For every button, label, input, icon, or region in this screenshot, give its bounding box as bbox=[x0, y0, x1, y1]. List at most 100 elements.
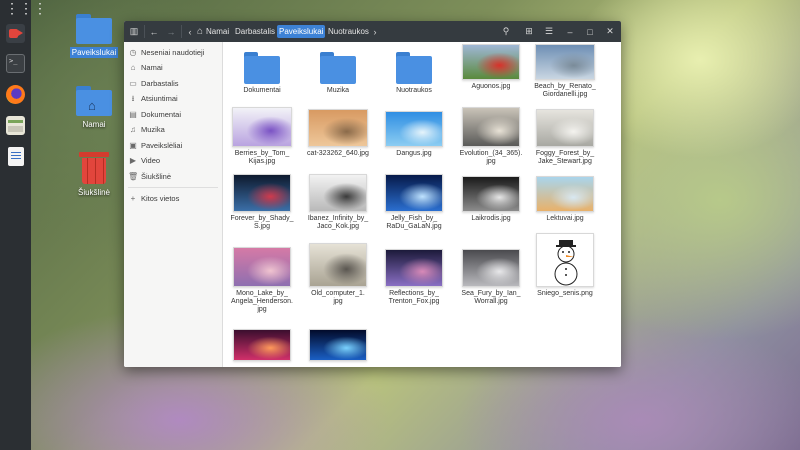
breadcrumb-nuotraukos[interactable]: Nuotraukos bbox=[326, 25, 371, 38]
sidebar-item-label: Namai bbox=[141, 63, 163, 72]
grid-icon[interactable]: ⋮⋮⋮ bbox=[5, 1, 47, 15]
snowman-image-thumbnail bbox=[536, 233, 594, 287]
desktop-icon: ▭ bbox=[129, 79, 137, 88]
image-thumbnail bbox=[309, 174, 367, 212]
folder-item[interactable]: Nuotraukos bbox=[378, 50, 450, 95]
file-item[interactable]: Jelly_Fish_by_ RaDu_GaLaN.jpg bbox=[378, 174, 450, 231]
divider bbox=[181, 25, 182, 38]
file-name-label: Berries_by_Tom_ Kijas.jpg bbox=[234, 150, 290, 165]
desktop-icon-trash[interactable]: Šiukšlinė bbox=[64, 152, 124, 198]
search-icon[interactable]: ⚲ bbox=[499, 21, 513, 42]
sidebar-item-video[interactable]: ▶ Video bbox=[128, 154, 160, 168]
file-item[interactable]: cat-323262_640.jpg bbox=[302, 109, 374, 158]
image-thumbnail bbox=[462, 176, 520, 212]
forward-arrow-icon[interactable]: → bbox=[164, 21, 178, 42]
file-item[interactable]: Beach_by_Renato_ Giordanelli.jpg bbox=[529, 44, 601, 99]
home-folder-icon: ⌂ bbox=[76, 86, 112, 116]
terminal-icon[interactable] bbox=[6, 54, 25, 73]
files-app-icon[interactable] bbox=[6, 116, 25, 135]
sidebar-item-documents[interactable]: ▤ Dokumentai bbox=[128, 108, 181, 122]
sidebar-item-label: Video bbox=[141, 156, 161, 165]
file-item[interactable]: Sea_Fury_by_Ian_ Worrall.jpg bbox=[455, 249, 527, 306]
file-item[interactable]: Forever_by_Shady_ S.jpg bbox=[226, 174, 298, 231]
clock-icon: ◷ bbox=[129, 48, 137, 57]
file-item[interactable]: Aguonos.jpg bbox=[455, 44, 527, 91]
file-item[interactable]: Old_computer_1. jpg bbox=[302, 243, 374, 306]
minimize-icon[interactable]: – bbox=[564, 21, 576, 42]
file-grid: Dokumentai Muzika Nuotraukos Aguonos.jpg Bea… bbox=[223, 42, 621, 367]
sidebar-item-home[interactable]: ⌂ Namai bbox=[128, 61, 163, 75]
close-icon[interactable]: ✕ bbox=[604, 21, 616, 42]
image-thumbnail bbox=[385, 249, 443, 287]
back-arrow-icon[interactable]: ← bbox=[147, 21, 161, 42]
sidebar-item-label: Kitos vietos bbox=[141, 194, 180, 203]
trash-icon: 🗑 bbox=[128, 172, 139, 181]
file-item[interactable]: Berries_by_Tom_ Kijas.jpg bbox=[226, 107, 298, 166]
file-name-label: Reflections_by_ Trenton_Fox.jpg bbox=[388, 290, 440, 305]
file-name-label: Evolution_(34_365). jpg bbox=[459, 150, 523, 165]
music-icon: ♫ bbox=[130, 125, 136, 134]
document-icon: ▤ bbox=[129, 110, 137, 119]
breadcrumb-namai[interactable]: Namai bbox=[204, 25, 231, 38]
file-item[interactable]: Ibanez_Infinity_by_ Jaco_Kok.jpg bbox=[302, 174, 374, 231]
plus-icon: + bbox=[130, 194, 136, 203]
sidebar-item-downloads[interactable]: ⭳ Atsiuntimai bbox=[128, 92, 178, 106]
file-item[interactable]: Laikrodis.jpg bbox=[455, 176, 527, 223]
folder-item[interactable]: Dokumentai bbox=[226, 50, 298, 95]
image-thumbnail bbox=[536, 109, 594, 147]
sidebar-item-music[interactable]: ♫ Muzika bbox=[128, 123, 165, 137]
file-item[interactable] bbox=[302, 329, 374, 361]
file-name-label: Ibanez_Infinity_by_ Jaco_Kok.jpg bbox=[307, 215, 369, 230]
desktop-icon-namai[interactable]: ⌂ Namai bbox=[64, 86, 124, 130]
image-thumbnail bbox=[233, 247, 291, 287]
folder-icon bbox=[244, 52, 280, 84]
file-item[interactable]: Evolution_(34_365). jpg bbox=[455, 107, 527, 166]
file-name-label: Jelly_Fish_by_ RaDu_GaLaN.jpg bbox=[386, 215, 442, 230]
view-grid-icon[interactable]: ⊞ bbox=[522, 21, 536, 42]
file-item[interactable]: Reflections_by_ Trenton_Fox.jpg bbox=[378, 249, 450, 306]
home-icon: ⌂ bbox=[130, 63, 136, 72]
sidebar-item-desktop[interactable]: ▭ Darbastalis bbox=[128, 77, 178, 91]
folder-item[interactable]: Muzika bbox=[302, 50, 374, 95]
dock: ⋮⋮⋮ bbox=[0, 0, 47, 450]
menu-icon[interactable]: ☰ bbox=[542, 21, 556, 42]
firefox-icon[interactable] bbox=[6, 85, 25, 104]
file-item[interactable]: Sniego_senis.png bbox=[529, 233, 601, 298]
file-item[interactable]: Lektuvai.jpg bbox=[529, 176, 601, 223]
file-item[interactable]: Dangus.jpg bbox=[378, 111, 450, 158]
desktop-icon-paveikslukai[interactable]: Paveikslukai bbox=[64, 14, 124, 58]
maximize-icon[interactable]: □ bbox=[584, 21, 596, 42]
sidebar-item-label: Paveikslėliai bbox=[141, 141, 183, 150]
file-name-label: Mono_Lake_by_ Angela_Henderson. jpg bbox=[231, 290, 293, 313]
sidebar-item-pictures[interactable]: ▣ Paveikslėliai bbox=[128, 139, 182, 153]
image-thumbnail bbox=[462, 44, 520, 80]
chevron-right-icon[interactable]: › bbox=[370, 21, 380, 42]
image-thumbnail bbox=[233, 174, 291, 212]
file-name-label: Dangus.jpg bbox=[396, 150, 432, 157]
video-app-icon[interactable] bbox=[6, 24, 25, 43]
sidebar-item-trash[interactable]: 🗑 Šiukšlinė bbox=[128, 170, 171, 184]
sidebar-toggle-icon[interactable]: ▥ bbox=[127, 21, 141, 42]
sidebar-item-other-locations[interactable]: + Kitos vietos bbox=[128, 192, 180, 206]
breadcrumb-darbastalis[interactable]: Darbastalis bbox=[233, 25, 277, 38]
image-thumbnail bbox=[462, 107, 520, 147]
file-item[interactable]: Foggy_Forest_by_ Jake_Stewart.jpg bbox=[529, 109, 601, 166]
file-name-label: Muzika bbox=[326, 87, 350, 94]
breadcrumb-paveikslukai[interactable]: Paveikslukai bbox=[277, 25, 326, 38]
sidebar-item-recent[interactable]: ◷ Neseniai naudotieji bbox=[128, 46, 205, 60]
download-icon: ⭳ bbox=[131, 94, 135, 103]
image-thumbnail bbox=[385, 111, 443, 147]
file-item[interactable]: Mono_Lake_by_ Angela_Henderson. jpg bbox=[226, 247, 298, 314]
folder-icon bbox=[320, 52, 356, 84]
video-icon: ▶ bbox=[129, 156, 137, 165]
file-name-label: cat-323262_640.jpg bbox=[307, 150, 369, 157]
file-name-label: Foggy_Forest_by_ Jake_Stewart.jpg bbox=[535, 150, 595, 165]
file-name-label: Beach_by_Renato_ Giordanelli.jpg bbox=[534, 83, 596, 98]
image-thumbnail bbox=[233, 329, 291, 361]
text-editor-icon[interactable] bbox=[8, 147, 24, 166]
chevron-left-icon[interactable]: ‹ bbox=[185, 21, 195, 42]
file-manager-window: ▥ ← → ‹ ⌂ Namai Darbastalis Paveikslukai… bbox=[124, 21, 621, 367]
desktop-icon-label: Namai bbox=[82, 120, 106, 129]
file-item[interactable] bbox=[226, 329, 298, 361]
file-name-label: Dokumentai bbox=[243, 87, 281, 94]
